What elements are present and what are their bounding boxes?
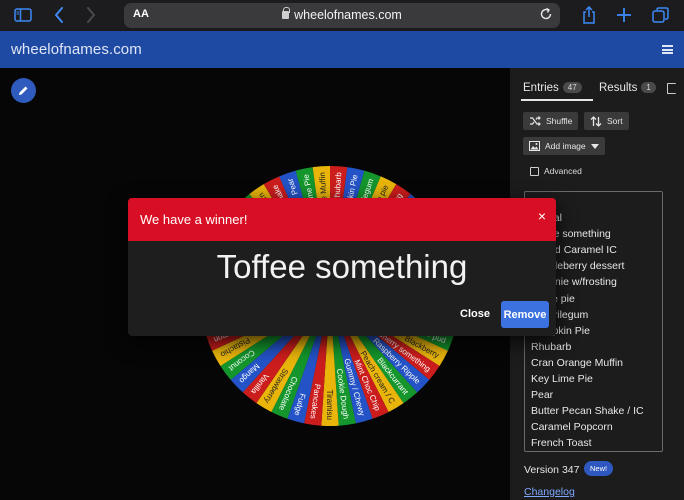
entry-line: Pear — [531, 389, 554, 402]
entry-line: Rhubarb — [531, 340, 572, 353]
dialog-title: We have a winner! — [140, 212, 248, 227]
url-display: wheelofnames.com — [124, 7, 560, 22]
sort-button[interactable]: Sort — [584, 112, 629, 130]
tab-entries[interactable]: Entries 47 — [523, 82, 582, 94]
shuffle-icon — [530, 116, 541, 126]
site-logo[interactable]: wheelofnames.com — [11, 41, 142, 58]
shuffle-button[interactable]: Shuffle — [523, 112, 579, 130]
app-window: AA wheelofnames.com wheelofnames.com Blu… — [0, 0, 684, 500]
version-text: Version 347 — [524, 464, 580, 476]
browser-toolbar: AA wheelofnames.com — [0, 0, 684, 31]
image-icon — [529, 141, 540, 151]
tabs-icon[interactable] — [647, 4, 673, 26]
active-tab-indicator — [521, 99, 593, 101]
tab-results[interactable]: Results 1 — [599, 82, 656, 94]
entry-line: French Toast — [531, 437, 592, 450]
entry-line: Cran Orange Muffin — [531, 356, 624, 369]
advanced-label: Advanced — [544, 166, 582, 176]
tab-entries-label: Entries — [523, 82, 559, 94]
winner-dialog: We have a winner! × Toffee something Clo… — [128, 198, 556, 336]
shuffle-label: Shuffle — [546, 116, 573, 126]
dialog-header: We have a winner! × — [128, 198, 556, 241]
tab-results-label: Results — [599, 82, 638, 94]
new-tab-icon[interactable] — [611, 4, 637, 26]
changelog-link[interactable]: Changelog — [524, 486, 575, 498]
close-icon[interactable]: × — [538, 208, 546, 224]
url-text: wheelofnames.com — [294, 8, 402, 22]
edit-button[interactable] — [11, 78, 36, 103]
new-badge: New! — [584, 461, 614, 476]
caret-down-icon — [590, 143, 599, 149]
menu-icon[interactable] — [662, 45, 673, 54]
tab-overflow-icon[interactable] — [667, 83, 676, 94]
results-count-badge: 1 — [641, 82, 656, 93]
reload-icon[interactable] — [539, 7, 553, 26]
wheel-segment-label: Tiramisu — [325, 390, 334, 420]
sort-icon — [590, 115, 602, 127]
sort-label: Sort — [607, 116, 623, 126]
sidebar-icon[interactable] — [10, 4, 36, 26]
add-image-label: Add image — [545, 141, 586, 151]
add-image-button[interactable]: Add image — [523, 137, 605, 155]
advanced-checkbox[interactable] — [530, 167, 539, 176]
back-icon[interactable] — [46, 4, 72, 26]
entry-line: Key Lime Pie — [531, 373, 593, 385]
address-bar[interactable]: AA wheelofnames.com — [124, 3, 560, 28]
entry-line: Caramel Popcorn — [531, 421, 613, 434]
winner-name: Toffee something — [216, 248, 468, 285]
pencil-icon — [19, 86, 28, 95]
share-icon[interactable] — [576, 4, 602, 26]
remove-button[interactable]: Remove — [501, 301, 549, 328]
close-button[interactable]: Close — [452, 301, 498, 327]
forward-icon[interactable] — [78, 4, 104, 26]
entry-line: Butter Pecan Shake / IC — [531, 405, 644, 418]
entries-count-badge: 47 — [562, 82, 582, 93]
lock-icon — [282, 7, 291, 19]
site-header: wheelofnames.com — [0, 31, 684, 68]
